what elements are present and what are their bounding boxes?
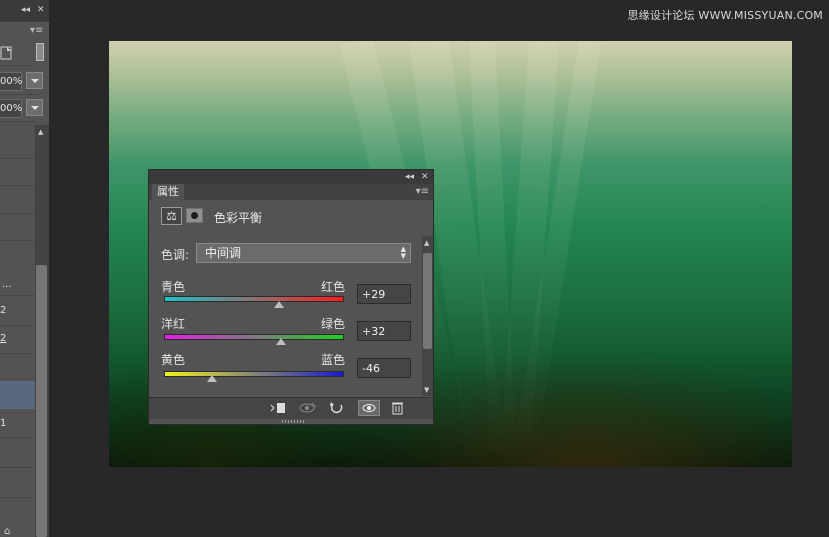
properties-scrollbar[interactable]: ▲ ▼ <box>422 236 433 396</box>
cyan-red-slider-thumb[interactable] <box>273 301 284 308</box>
view-previous-icon[interactable] <box>297 400 319 416</box>
scroll-up-arrow-icon[interactable]: ▲ <box>38 128 43 136</box>
new-document-icon[interactable] <box>0 42 14 62</box>
scrollbar-thumb[interactable] <box>36 265 47 537</box>
fill-field[interactable]: 00% <box>0 99 22 118</box>
magenta-green-slider-track[interactable] <box>164 334 344 340</box>
panel-menu-icon[interactable]: ▾≡ <box>416 186 429 197</box>
red-label: 红色 <box>321 280 346 294</box>
tone-select-value: 中间调 <box>205 246 242 260</box>
layer-label: 1 <box>0 418 7 429</box>
layer-row[interactable] <box>0 437 35 438</box>
properties-bottom-bar <box>149 397 433 419</box>
panel-menu-icon[interactable]: ▾≡ <box>30 25 43 36</box>
divider <box>0 94 35 95</box>
layer-row[interactable] <box>0 240 35 241</box>
blue-label: 蓝色 <box>321 353 346 367</box>
cyan-red-value-field[interactable]: +29 <box>357 284 411 304</box>
scales-icon[interactable]: ⚖ <box>161 207 182 225</box>
layer-row[interactable] <box>0 185 35 186</box>
yellow-blue-slider-thumb[interactable] <box>207 375 218 382</box>
cyan-label: 青色 <box>161 280 186 294</box>
layer-row[interactable] <box>0 295 35 296</box>
magenta-label: 洋红 <box>161 317 186 331</box>
green-label: 绿色 <box>321 317 346 331</box>
properties-titlebar[interactable]: ◂◂ ✕ <box>149 170 433 184</box>
fill-dropdown-button[interactable] <box>26 99 43 116</box>
layer-row[interactable] <box>0 497 35 498</box>
opacity-dropdown-button[interactable] <box>26 72 43 89</box>
visibility-eye-icon[interactable] <box>358 400 380 416</box>
layers-scrollbar[interactable]: ▲ <box>35 125 49 537</box>
cyan-red-slider-track[interactable] <box>164 296 344 302</box>
double-chevron-left-icon[interactable]: ◂◂ <box>405 172 414 182</box>
select-arrows-icon: ▲ ▼ <box>400 245 406 260</box>
scroll-up-arrow-icon[interactable]: ▲ <box>424 239 429 247</box>
properties-tabbar: 属性 ▾≡ <box>149 184 433 200</box>
layer-label: 2 <box>0 305 7 316</box>
resize-grip[interactable] <box>282 420 304 423</box>
lock-toggle[interactable] <box>36 43 44 61</box>
tone-select[interactable]: 中间调 ▲ ▼ <box>196 243 411 263</box>
tone-label: 色调: <box>161 248 190 262</box>
divider <box>0 65 35 66</box>
layer-label: 2 <box>0 333 7 344</box>
magenta-green-slider-thumb[interactable] <box>276 338 287 345</box>
layer-mask-icon[interactable] <box>186 208 203 223</box>
yellow-blue-slider-track[interactable] <box>164 371 344 377</box>
layer-label: ... <box>2 279 12 290</box>
close-icon[interactable]: ✕ <box>37 5 45 15</box>
selected-layer-row[interactable] <box>0 381 35 409</box>
close-icon[interactable]: ✕ <box>421 172 429 182</box>
adjustment-title: 色彩平衡 <box>214 211 263 225</box>
trash-icon[interactable] <box>387 400 409 416</box>
layers-panel: ◂◂ ✕ ▾≡ 00% 00% ... 2 2 1 ⌂ ▲ <box>0 0 49 537</box>
tab-properties[interactable]: 属性 <box>152 184 184 200</box>
left-panel-header: ◂◂ ✕ <box>0 0 49 22</box>
magenta-green-value-field[interactable]: +32 <box>357 321 411 341</box>
layer-row[interactable] <box>0 158 35 159</box>
scrollbar-thumb[interactable] <box>423 253 432 349</box>
divider <box>0 121 35 122</box>
clip-to-layer-icon[interactable] <box>267 400 289 416</box>
layer-row[interactable] <box>0 353 35 354</box>
layer-row[interactable] <box>0 213 35 214</box>
scroll-down-arrow-icon[interactable]: ▼ <box>424 386 429 394</box>
yellow-blue-value-field[interactable]: -46 <box>357 358 411 378</box>
yellow-label: 黄色 <box>161 353 186 367</box>
layer-row[interactable] <box>0 467 35 468</box>
double-chevron-left-icon[interactable]: ◂◂ <box>21 5 30 15</box>
layer-row[interactable] <box>0 325 35 326</box>
lock-icon[interactable]: ⌂ <box>4 526 10 537</box>
reset-icon[interactable] <box>326 400 348 416</box>
watermark: 思缘设计论坛 WWW.MISSYUAN.COM <box>627 9 823 22</box>
properties-panel: ◂◂ ✕ 属性 ▾≡ ⚖ 色彩平衡 色调: 中间调 ▲ ▼ 青色 红色 +29 洋… <box>148 169 434 425</box>
opacity-field[interactable]: 00% <box>0 72 22 91</box>
